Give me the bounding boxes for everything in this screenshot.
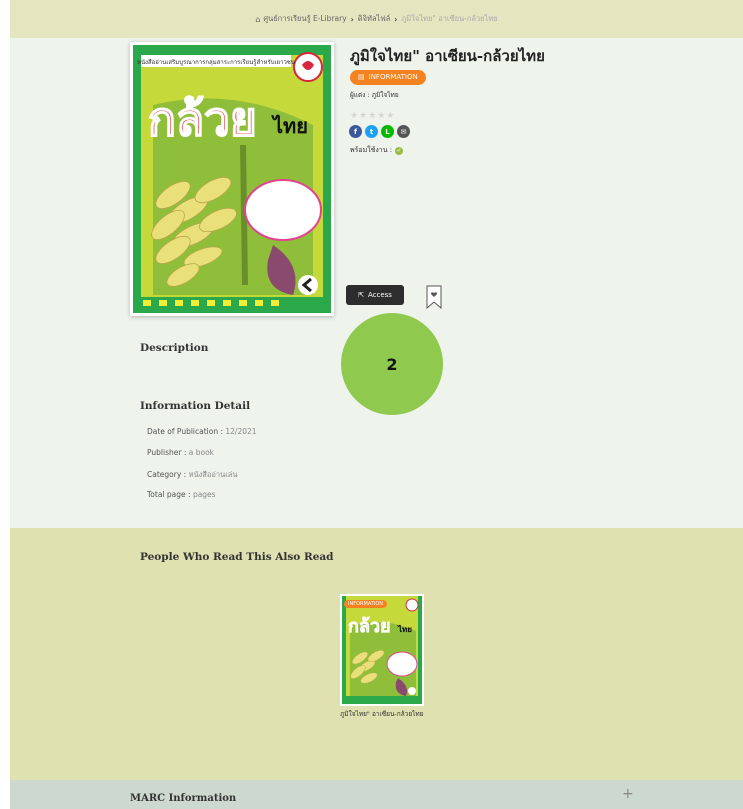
detail-value[interactable]: หนังสืออ่านเล่น: [189, 470, 238, 479]
related-book-thumbnail[interactable]: กล้วย ไทย INFORMATION: [340, 594, 424, 706]
information-detail-heading: Information Detail: [140, 400, 251, 412]
facebook-share-icon[interactable]: f: [349, 125, 362, 138]
home-icon[interactable]: ⌂: [255, 15, 260, 24]
page-frame: ⌂ ศูนย์การเรียนรู้ E-Library › ดิจิทัลไฟ…: [10, 0, 743, 809]
rating-stars[interactable]: ★★★★★: [350, 111, 395, 121]
check-icon: ✓: [395, 146, 404, 155]
cover-title-small: ไทย: [271, 114, 308, 138]
detail-value: pages: [192, 490, 216, 499]
bookmark-icon[interactable]: [426, 285, 442, 309]
document-icon: ▤: [358, 73, 365, 81]
marc-heading[interactable]: MARC Information: [130, 793, 236, 804]
detail-category: Category : หนังสืออ่านเล่น: [147, 469, 238, 481]
cover-title: กล้วย: [148, 92, 257, 146]
book-title: ภูมิใจไทย" อาเซียน-กล้วยไทย: [350, 47, 545, 65]
availability-status: พร้อมใช้งาน : ✓: [350, 145, 404, 156]
breadcrumb-separator: ›: [394, 14, 398, 24]
related-book-cover-image: กล้วย ไทย: [342, 596, 422, 704]
twitter-share-icon[interactable]: t: [365, 125, 378, 138]
related-cover-title-small: ไทย: [397, 624, 412, 634]
line-share-icon[interactable]: L: [381, 125, 394, 138]
detail-label: Category :: [147, 470, 187, 479]
access-button[interactable]: ⇱ Access: [346, 285, 404, 305]
related-book-card[interactable]: กล้วย ไทย INFORMATION ภูมิใจไทย" อาเซียน…: [340, 594, 424, 718]
description-heading: Description: [140, 342, 209, 354]
related-badge: INFORMATION: [344, 600, 388, 608]
breadcrumb: ⌂ ศูนย์การเรียนรู้ E-Library › ดิจิทัลไฟ…: [10, 0, 743, 38]
book-cover[interactable]: หนังสืออ่านเสริมบูรณาการกลุ่มสาระการเรีย…: [130, 42, 334, 316]
breadcrumb-home[interactable]: ศูนย์การเรียนรู้ E-Library: [263, 13, 346, 25]
related-cover-title: กล้วย: [348, 616, 391, 637]
detail-publisher: Publisher : a book: [147, 448, 214, 457]
book-cover-image: หนังสืออ่านเสริมบูรณาการกลุ่มสาระการเรีย…: [133, 45, 331, 313]
detail-value[interactable]: a book: [189, 448, 214, 457]
step-number-marker: 2: [341, 313, 443, 415]
detail-publication-date: Date of Publication : 12/2021: [147, 427, 257, 436]
email-share-icon[interactable]: ✉: [397, 125, 410, 138]
share-buttons: f t L ✉: [349, 125, 410, 138]
detail-label: Publisher :: [147, 448, 187, 457]
cover-top-text: หนังสืออ่านเสริมบูรณาการกลุ่มสาระการเรีย…: [137, 58, 295, 66]
detail-label: Total page :: [147, 490, 191, 499]
detail-total-pages: Total page : pages: [147, 490, 216, 499]
expand-plus-icon[interactable]: +: [622, 786, 634, 802]
information-badge: ▤ INFORMATION: [350, 70, 426, 85]
book-author: ผู้แต่ง : ภูมิใจไทย: [350, 91, 399, 99]
breadcrumb-separator: ›: [350, 14, 354, 24]
badge-label: INFORMATION: [368, 73, 418, 81]
access-label: Access: [367, 291, 392, 299]
breadcrumb-current: ภูมิใจไทย" อาเซียน-กล้วยไทย: [401, 14, 498, 23]
external-link-icon: ⇱: [358, 291, 364, 299]
breadcrumb-category[interactable]: ดิจิทัลไฟล์: [358, 13, 390, 25]
detail-value: 12/2021: [225, 427, 257, 436]
status-label: พร้อมใช้งาน :: [350, 146, 393, 154]
related-heading: People Who Read This Also Read: [140, 551, 334, 563]
related-book-title[interactable]: ภูมิใจไทย" อาเซียน-กล้วยไทย: [340, 710, 424, 718]
detail-label: Date of Publication :: [147, 427, 223, 436]
